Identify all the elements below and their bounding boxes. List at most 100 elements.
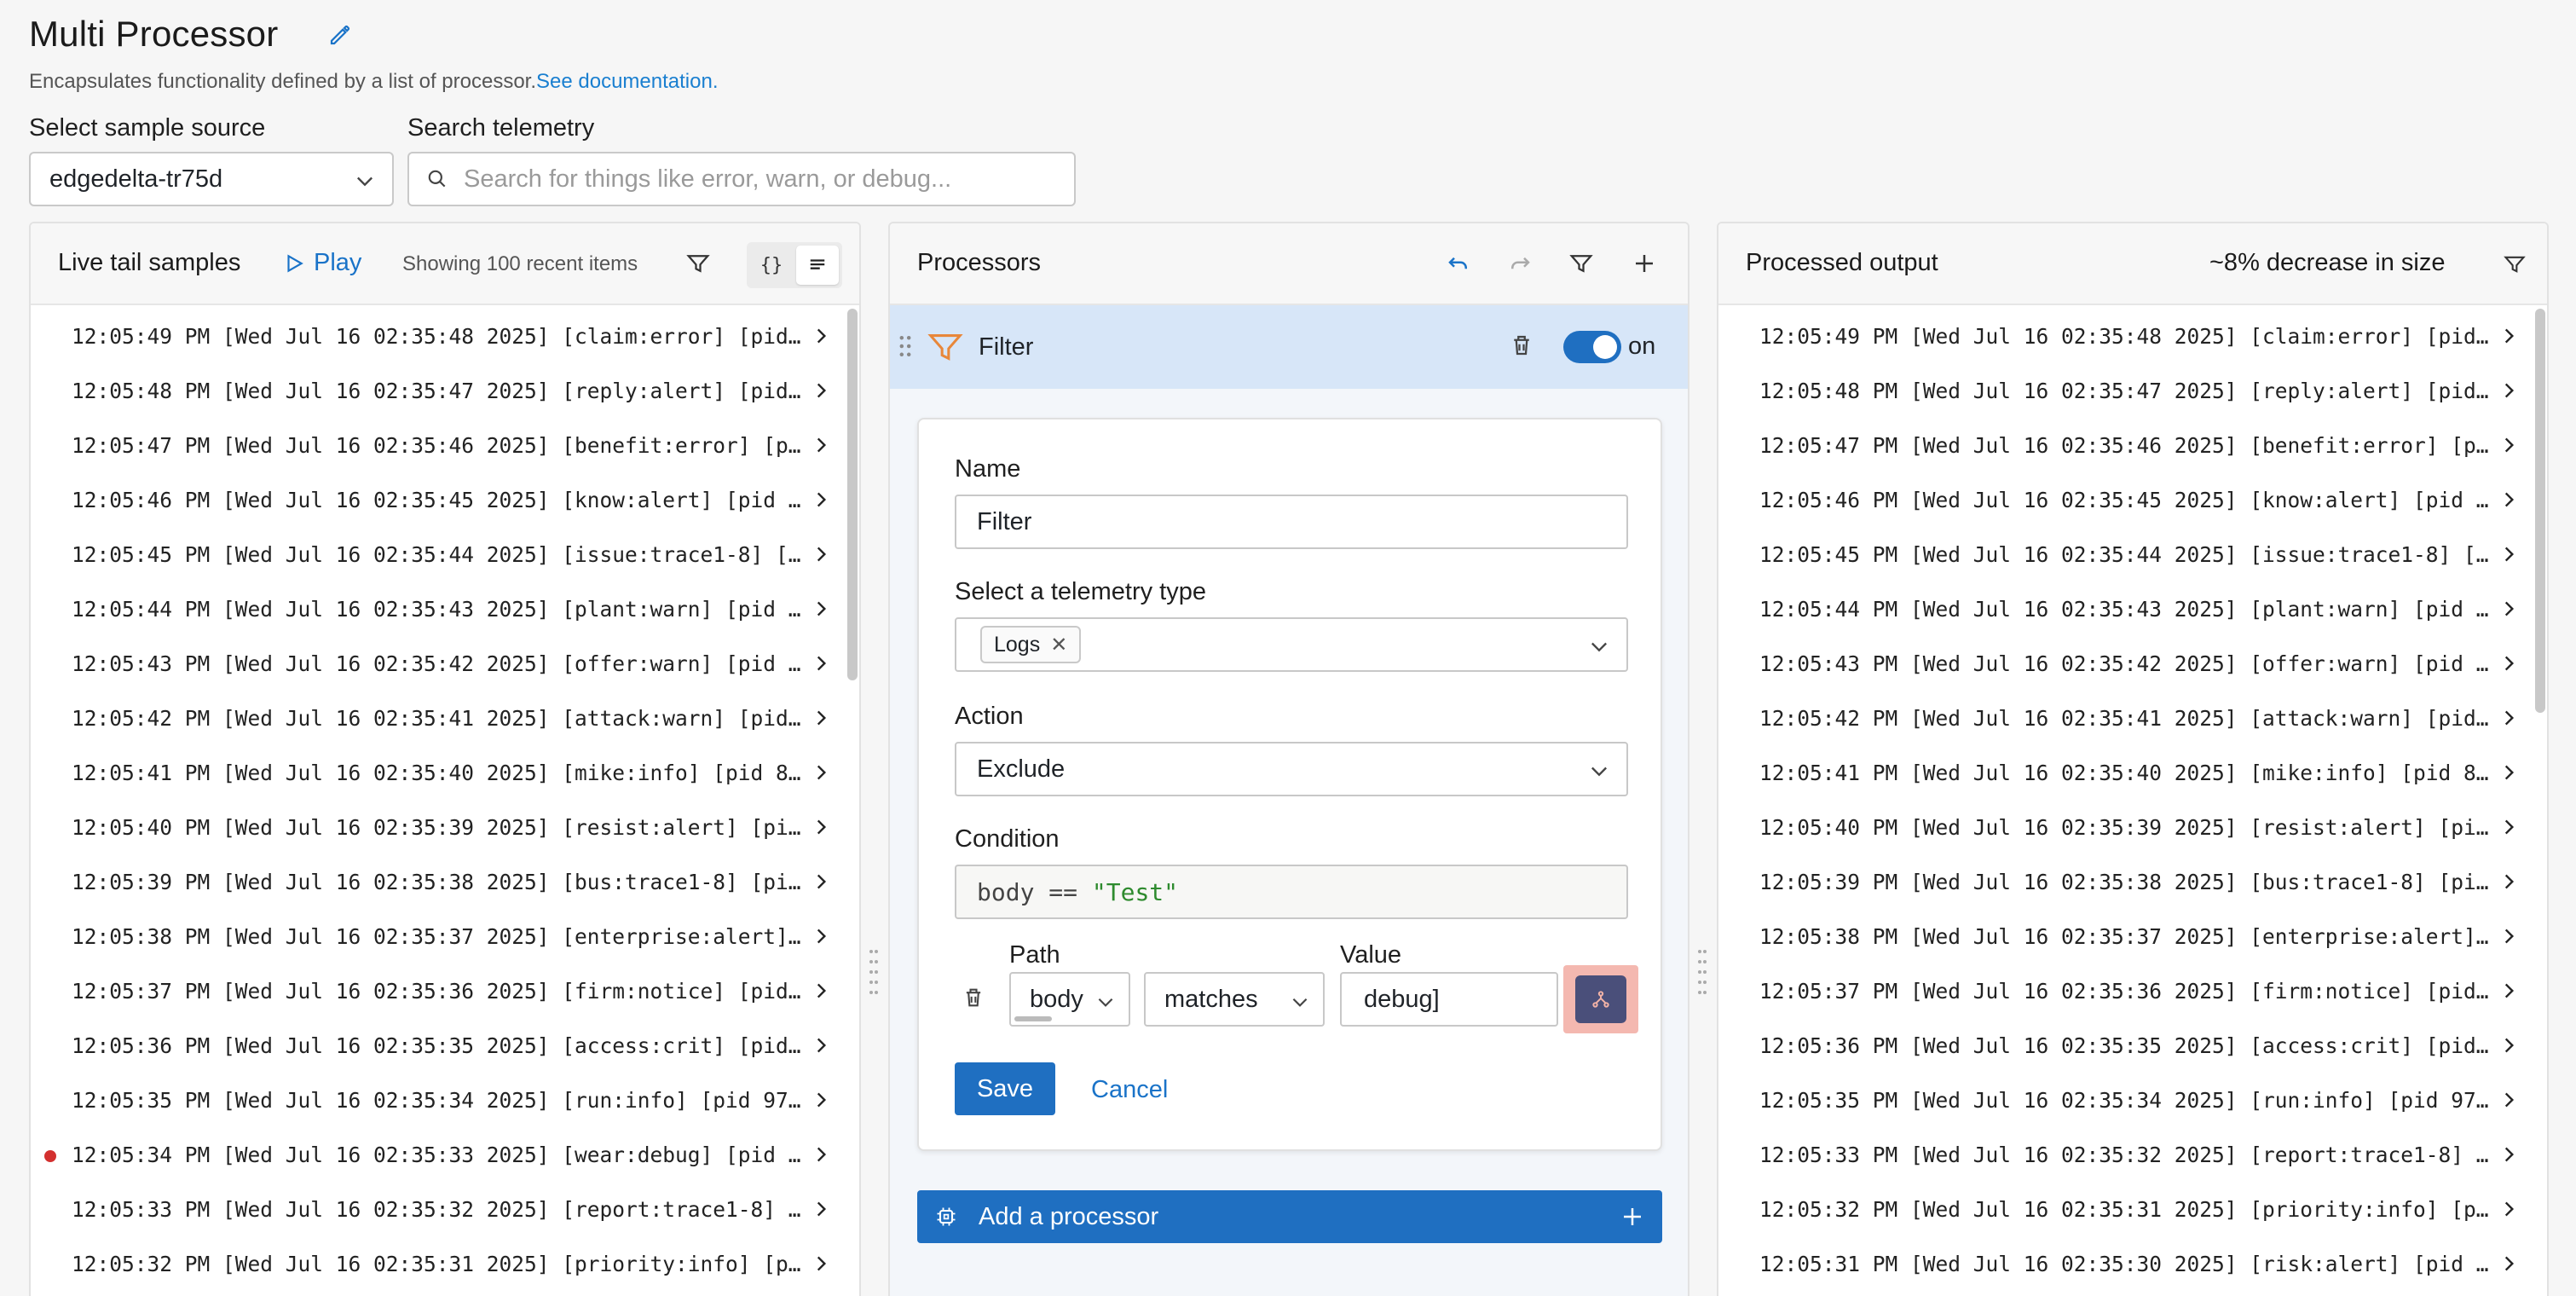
chevron-right-icon[interactable] — [2498, 1143, 2520, 1166]
log-row[interactable]: 12:05:35 PM [Wed Jul 16 02:35:34 2025] [… — [1718, 1073, 2547, 1127]
log-row[interactable]: 12:05:31 PM [Wed Jul 16 02:35:30 2025] [… — [1718, 1236, 2547, 1291]
log-row[interactable]: 12:05:45 PM [Wed Jul 16 02:35:44 2025] [… — [1718, 527, 2547, 581]
pencil-edit-icon[interactable] — [327, 22, 353, 48]
cancel-button[interactable]: Cancel — [1091, 1076, 1168, 1104]
log-row[interactable]: 12:05:32 PM [Wed Jul 16 02:35:31 2025] [… — [1718, 1182, 2547, 1236]
play-button[interactable]: Play — [283, 249, 361, 277]
chevron-right-icon[interactable] — [2498, 1034, 2520, 1056]
log-row[interactable]: 12:05:33 PM [Wed Jul 16 02:35:32 2025] [… — [31, 1182, 859, 1236]
log-row[interactable]: 12:05:43 PM [Wed Jul 16 02:35:42 2025] [… — [1718, 636, 2547, 691]
chevron-right-icon[interactable] — [2498, 1253, 2520, 1275]
log-row[interactable]: 12:05:35 PM [Wed Jul 16 02:35:34 2025] [… — [31, 1073, 859, 1127]
chevron-right-icon[interactable] — [810, 598, 832, 620]
telemetry-type-select[interactable]: Logs ✕ — [955, 617, 1628, 672]
drag-grip-icon[interactable] — [898, 334, 912, 358]
log-row[interactable]: 12:05:48 PM [Wed Jul 16 02:35:47 2025] [… — [31, 363, 859, 418]
value-input[interactable]: debug] — [1340, 972, 1558, 1027]
chevron-right-icon[interactable] — [810, 1034, 832, 1056]
chevron-right-icon[interactable] — [2498, 761, 2520, 784]
log-row[interactable]: 12:05:47 PM [Wed Jul 16 02:35:46 2025] [… — [31, 418, 859, 472]
chevron-right-icon[interactable] — [2498, 598, 2520, 620]
chevron-right-icon[interactable] — [2498, 980, 2520, 1002]
chevron-right-icon[interactable] — [810, 489, 832, 511]
chevron-right-icon[interactable] — [810, 816, 832, 838]
add-processor-button[interactable]: Add a processor — [917, 1190, 1662, 1243]
undo-icon[interactable] — [1446, 251, 1471, 276]
search-telemetry-box[interactable] — [407, 152, 1076, 206]
chevron-right-icon[interactable] — [2498, 707, 2520, 729]
log-row[interactable]: 12:05:36 PM [Wed Jul 16 02:35:35 2025] [… — [31, 1018, 859, 1073]
chevron-right-icon[interactable] — [2498, 434, 2520, 456]
trash-icon[interactable] — [1509, 333, 1534, 358]
filter-icon[interactable] — [685, 251, 711, 276]
chevron-right-icon[interactable] — [2498, 379, 2520, 402]
log-row[interactable]: 12:05:42 PM [Wed Jul 16 02:35:41 2025] [… — [1718, 691, 2547, 745]
log-row[interactable]: 12:05:38 PM [Wed Jul 16 02:35:37 2025] [… — [31, 909, 859, 963]
chevron-right-icon[interactable] — [810, 325, 832, 347]
chevron-right-icon[interactable] — [2498, 1198, 2520, 1220]
log-row[interactable]: 12:05:46 PM [Wed Jul 16 02:35:45 2025] [… — [31, 472, 859, 527]
log-row[interactable]: 12:05:44 PM [Wed Jul 16 02:35:43 2025] [… — [31, 581, 859, 636]
chevron-right-icon[interactable] — [2498, 925, 2520, 947]
chevron-right-icon[interactable] — [810, 980, 832, 1002]
chevron-right-icon[interactable] — [810, 379, 832, 402]
chevron-right-icon[interactable] — [810, 1089, 832, 1111]
log-row[interactable]: 12:05:42 PM [Wed Jul 16 02:35:41 2025] [… — [31, 691, 859, 745]
log-row[interactable]: 12:05:45 PM [Wed Jul 16 02:35:44 2025] [… — [31, 527, 859, 581]
log-row[interactable]: 12:05:44 PM [Wed Jul 16 02:35:43 2025] [… — [1718, 581, 2547, 636]
log-row[interactable]: 12:05:37 PM [Wed Jul 16 02:35:36 2025] [… — [31, 963, 859, 1018]
path-select[interactable]: body — [1009, 972, 1130, 1027]
save-button[interactable]: Save — [955, 1062, 1055, 1115]
log-row[interactable]: 12:05:38 PM [Wed Jul 16 02:35:37 2025] [… — [1718, 909, 2547, 963]
chevron-right-icon[interactable] — [810, 652, 832, 674]
chevron-right-icon[interactable] — [810, 1143, 832, 1166]
log-row[interactable]: 12:05:39 PM [Wed Jul 16 02:35:38 2025] [… — [31, 854, 859, 909]
text-view-button[interactable] — [796, 246, 839, 285]
filter-enabled-toggle[interactable] — [1563, 331, 1621, 363]
log-row[interactable]: 12:05:37 PM [Wed Jul 16 02:35:36 2025] [… — [1718, 963, 2547, 1018]
log-row[interactable]: 12:05:46 PM [Wed Jul 16 02:35:45 2025] [… — [1718, 472, 2547, 527]
chevron-right-icon[interactable] — [810, 543, 832, 565]
remove-chip-icon[interactable]: ✕ — [1050, 633, 1067, 657]
log-row[interactable]: 12:05:41 PM [Wed Jul 16 02:35:40 2025] [… — [1718, 745, 2547, 800]
filter-processor-row[interactable]: Filter on — [890, 305, 1688, 389]
log-row[interactable]: 12:05:32 PM [Wed Jul 16 02:35:31 2025] [… — [31, 1236, 859, 1291]
operator-select[interactable]: matches — [1144, 972, 1325, 1027]
processed-output-scrollbar[interactable] — [2535, 309, 2545, 713]
name-input[interactable]: Filter — [955, 495, 1628, 549]
log-row[interactable]: 12:05:48 PM [Wed Jul 16 02:35:47 2025] [… — [1718, 363, 2547, 418]
log-row[interactable]: 12:05:41 PM [Wed Jul 16 02:35:40 2025] [… — [31, 745, 859, 800]
chevron-right-icon[interactable] — [2498, 325, 2520, 347]
filter-icon[interactable] — [2503, 252, 2527, 276]
chevron-right-icon[interactable] — [2498, 871, 2520, 893]
condition-input[interactable]: body == "Test" — [955, 865, 1628, 919]
chevron-right-icon[interactable] — [810, 761, 832, 784]
chevron-right-icon[interactable] — [810, 1253, 832, 1275]
chevron-right-icon[interactable] — [810, 707, 832, 729]
resize-handle-left[interactable] — [869, 946, 878, 998]
log-row[interactable]: 12:05:49 PM [Wed Jul 16 02:35:48 2025] [… — [1718, 309, 2547, 363]
add-icon[interactable] — [1632, 251, 1657, 276]
ai-assist-button[interactable] — [1575, 975, 1626, 1023]
json-view-button[interactable]: {} — [750, 246, 793, 285]
action-select[interactable]: Exclude — [955, 742, 1628, 796]
log-row[interactable]: 12:05:33 PM [Wed Jul 16 02:35:32 2025] [… — [1718, 1127, 2547, 1182]
trash-icon[interactable] — [962, 986, 985, 1010]
chevron-right-icon[interactable] — [2498, 652, 2520, 674]
log-row[interactable]: 12:05:36 PM [Wed Jul 16 02:35:35 2025] [… — [1718, 1018, 2547, 1073]
path-scrollbar[interactable] — [1014, 1016, 1052, 1021]
chevron-right-icon[interactable] — [810, 925, 832, 947]
log-row[interactable]: 12:05:47 PM [Wed Jul 16 02:35:46 2025] [… — [1718, 418, 2547, 472]
log-row[interactable]: 12:05:40 PM [Wed Jul 16 02:35:39 2025] [… — [31, 800, 859, 854]
filter-icon[interactable] — [1568, 251, 1594, 276]
log-row[interactable]: 12:05:34 PM [Wed Jul 16 02:35:33 2025] [… — [31, 1127, 859, 1182]
chevron-right-icon[interactable] — [2498, 1089, 2520, 1111]
log-row[interactable]: 12:05:49 PM [Wed Jul 16 02:35:48 2025] [… — [31, 309, 859, 363]
log-row[interactable]: 12:05:40 PM [Wed Jul 16 02:35:39 2025] [… — [1718, 800, 2547, 854]
log-row[interactable]: 12:05:43 PM [Wed Jul 16 02:35:42 2025] [… — [31, 636, 859, 691]
live-tail-scrollbar[interactable] — [847, 309, 858, 680]
chevron-right-icon[interactable] — [810, 871, 832, 893]
chevron-right-icon[interactable] — [2498, 543, 2520, 565]
chevron-right-icon[interactable] — [2498, 489, 2520, 511]
chevron-right-icon[interactable] — [810, 1198, 832, 1220]
